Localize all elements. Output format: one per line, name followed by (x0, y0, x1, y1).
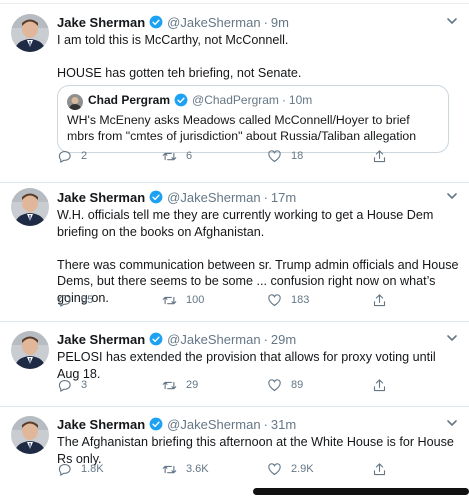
quoted-author-name: Chad Pergram (88, 93, 171, 107)
retweet-button[interactable]: 3.6K (162, 462, 209, 477)
retweet-icon (162, 465, 177, 473)
share-icon (373, 149, 386, 162)
tweet-text: PELOSI has extended the provision that a… (57, 350, 439, 381)
verified-badge-icon (149, 190, 163, 204)
verified-badge-icon (149, 15, 163, 29)
retweet-button[interactable]: 100 (162, 293, 204, 308)
like-button[interactable]: 89 (267, 378, 303, 393)
verified-badge-icon (149, 417, 163, 431)
author-name[interactable]: Jake Sherman (57, 15, 145, 30)
chevron-down-icon[interactable] (445, 14, 459, 28)
tweet[interactable]: Jake Sherman @JakeSherman · 17m W.H. off… (0, 183, 469, 322)
separator-dot: · (281, 93, 286, 107)
share-icon (373, 462, 386, 475)
chevron-down-icon[interactable] (445, 331, 459, 345)
retweet-icon (162, 381, 177, 389)
tweet-header: Jake Sherman @JakeSherman · 29m (57, 329, 459, 349)
like-button[interactable]: 18 (267, 149, 303, 164)
author-handle[interactable]: @JakeSherman (167, 15, 260, 30)
timestamp[interactable]: 31m (271, 417, 296, 432)
reply-icon (58, 379, 71, 392)
retweet-button[interactable]: 6 (162, 149, 192, 164)
reply-button[interactable]: 55 (57, 293, 93, 308)
quoted-author-handle: @ChadPergram (192, 93, 279, 107)
separator-dot: · (263, 189, 268, 205)
like-count: 18 (291, 150, 304, 162)
retweet-count: 29 (186, 379, 199, 391)
share-button[interactable] (372, 149, 396, 164)
heart-icon (268, 293, 281, 306)
quoted-tweet[interactable]: Chad Pergram @ChadPergram · 10m WH's McE… (57, 85, 449, 153)
avatar[interactable] (11, 14, 49, 52)
like-count: 2.9K (291, 463, 314, 475)
timestamp[interactable]: 9m (271, 15, 289, 30)
chevron-down-icon[interactable] (445, 416, 459, 430)
share-icon (373, 378, 386, 391)
retweet-count: 6 (186, 150, 193, 162)
tweet-text: The Afghanistan briefing this afternoon … (57, 435, 458, 466)
separator-dot: · (263, 14, 268, 30)
reply-count: 55 (81, 294, 94, 306)
author-handle[interactable]: @JakeSherman (167, 332, 260, 347)
reply-icon (58, 463, 71, 476)
reply-icon (58, 294, 71, 307)
timestamp[interactable]: 29m (271, 332, 296, 347)
reply-icon (58, 150, 71, 163)
heart-icon (268, 149, 281, 162)
share-button[interactable] (372, 293, 396, 308)
tweet[interactable]: Jake Sherman @JakeSherman · 29m PELOSI h… (0, 322, 469, 407)
quoted-header: Chad Pergram @ChadPergram · 10m (88, 92, 312, 108)
avatar[interactable] (11, 331, 49, 369)
reply-count: 3 (81, 379, 88, 391)
like-count: 89 (291, 379, 304, 391)
reply-count: 2 (81, 150, 88, 162)
heart-icon (268, 378, 281, 391)
share-button[interactable] (372, 378, 396, 393)
tweet[interactable]: Jake Sherman @JakeSherman · 31m The Afgh… (0, 407, 469, 500)
author-name[interactable]: Jake Sherman (57, 417, 145, 432)
share-button[interactable] (372, 462, 396, 477)
like-button[interactable]: 183 (267, 293, 309, 308)
separator-dot: · (263, 331, 268, 347)
retweet-icon (162, 152, 177, 160)
author-name[interactable]: Jake Sherman (57, 190, 145, 205)
verified-badge-icon (149, 332, 163, 346)
quoted-avatar (67, 94, 83, 110)
author-handle[interactable]: @JakeSherman (167, 417, 260, 432)
retweet-button[interactable]: 29 (162, 378, 198, 393)
reply-button[interactable]: 1.8K (57, 462, 104, 477)
avatar[interactable] (11, 188, 49, 226)
retweet-count: 3.6K (186, 463, 209, 475)
author-handle[interactable]: @JakeSherman (167, 190, 260, 205)
quoted-text: WH's McEneny asks Meadows called McConne… (67, 113, 417, 143)
heart-icon (268, 462, 281, 475)
timestamp[interactable]: 17m (271, 190, 296, 205)
share-icon (373, 293, 386, 306)
tweet-text: I am told this is McCarthy, not McConnel… (57, 33, 302, 80)
retweet-icon (162, 296, 177, 304)
retweet-count: 100 (186, 294, 205, 306)
separator-dot: · (263, 416, 268, 432)
author-name[interactable]: Jake Sherman (57, 332, 145, 347)
reply-count: 1.8K (81, 463, 104, 475)
tweet-header: Jake Sherman @JakeSherman · 17m (57, 187, 459, 207)
verified-badge-icon (174, 93, 188, 107)
scrollbar[interactable] (253, 488, 469, 495)
reply-button[interactable]: 3 (57, 378, 87, 393)
reply-button[interactable]: 2 (57, 149, 87, 164)
quoted-timestamp: 10m (288, 93, 313, 107)
like-button[interactable]: 2.9K (267, 462, 314, 477)
chevron-down-icon[interactable] (445, 189, 459, 203)
tweet[interactable]: Jake Sherman @JakeSherman · 9m I am told… (0, 0, 469, 183)
avatar[interactable] (11, 416, 49, 454)
tweet-text: W.H. officials tell me they are currentl… (57, 208, 459, 305)
tweet-header: Jake Sherman @JakeSherman · 31m (57, 414, 459, 434)
like-count: 183 (291, 294, 310, 306)
tweet-header: Jake Sherman @JakeSherman · 9m (57, 12, 459, 32)
